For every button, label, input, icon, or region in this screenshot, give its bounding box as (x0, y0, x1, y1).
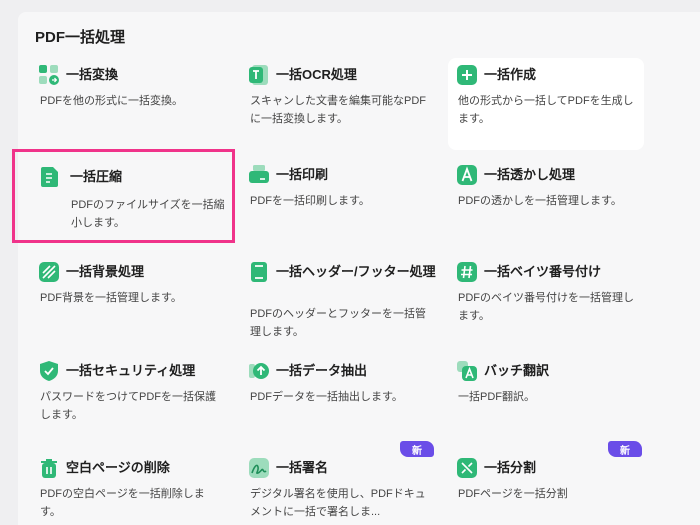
card-title: 一括印刷 (276, 167, 329, 182)
printer-icon (248, 164, 270, 186)
shield-check-icon (38, 360, 60, 382)
card-description: PDFページを一括分割 (458, 488, 568, 500)
card-description: PDFを他の形式に一括変換。 (40, 95, 183, 107)
new-badge: 新 (400, 441, 434, 457)
card-description: PDFの透かしを一括管理します。 (458, 195, 622, 207)
watermark-icon (456, 164, 478, 186)
card-title: 一括ベイツ番号付け (484, 264, 602, 279)
compress-icon (39, 166, 61, 188)
card-title: 一括OCR処理 (276, 67, 357, 82)
plus-icon (456, 64, 478, 86)
card-title: 一括作成 (484, 67, 537, 82)
translate-icon (456, 360, 478, 382)
card-batch-security[interactable]: 一括セキュリティ処理 パスワードをつけてPDFを一括保護します。 (30, 354, 226, 446)
card-description: パスワードをつけてPDFを一括保護します。 (40, 391, 216, 421)
card-title: 一括データ抽出 (276, 363, 368, 378)
card-delete-blank-pages[interactable]: 空白ページの削除 PDFの空白ページを一括削除します。 (30, 451, 226, 525)
hash-icon (456, 261, 478, 283)
card-batch-sign[interactable]: 一括署名 デジタル署名を使用し、PDFドキュメントに一括で署名しま... 新 (240, 441, 436, 525)
card-description: 他の形式から一括してPDFを生成します。 (458, 95, 634, 125)
card-title: 一括セキュリティ処理 (66, 363, 196, 378)
card-title: 空白ページの削除 (66, 460, 170, 475)
card-batch-header-footer[interactable]: 一括ヘッダー/フッター処理 PDFのヘッダーとフッターを一括管理します。 (240, 255, 436, 347)
grid-convert-icon (38, 64, 60, 86)
card-description: 一括PDF翻訳。 (458, 391, 535, 403)
card-description: PDFのヘッダーとフッターを一括管理します。 (250, 308, 426, 338)
card-title: 一括変換 (66, 67, 119, 82)
panel-title: PDF一括処理 (35, 29, 126, 46)
card-title: 一括圧縮 (70, 169, 123, 184)
card-description: PDFを一括印刷します。 (250, 195, 370, 207)
card-title: 一括署名 (276, 460, 329, 475)
text-ocr-icon (248, 64, 270, 86)
card-title: 一括透かし処理 (484, 167, 576, 182)
background-icon (38, 261, 60, 283)
signature-icon (248, 457, 270, 479)
card-description: デジタル署名を使用し、PDFドキュメントに一括で署名しま... (250, 488, 426, 518)
card-batch-print[interactable]: 一括印刷 PDFを一括印刷します。 (240, 158, 436, 250)
card-batch-watermark[interactable]: 一括透かし処理 PDFの透かしを一括管理します。 (448, 158, 644, 250)
card-description: PDFの空白ページを一括削除します。 (40, 488, 205, 518)
card-description: PDFのファイルサイズを一括縮小します。 (71, 199, 225, 229)
card-batch-background[interactable]: 一括背景処理 PDF背景を一括管理します。 (30, 255, 226, 347)
card-title: バッチ翻訳 (484, 363, 550, 378)
card-description: スキャンした文書を編集可能なPDFに一括変換します。 (250, 95, 426, 125)
header-footer-icon (248, 261, 270, 283)
card-batch-bates[interactable]: 一括ベイツ番号付け PDFのベイツ番号付けを一括管理します。 (448, 255, 644, 347)
card-description: PDFデータを一括抽出します。 (250, 391, 403, 403)
card-batch-compress[interactable]: 一括圧縮 PDFのファイルサイズを一括縮小します。 (12, 149, 235, 243)
new-badge: 新 (608, 441, 642, 457)
trash-icon (38, 457, 60, 479)
card-batch-split[interactable]: 一括分割 PDFページを一括分割 新 (448, 441, 644, 525)
card-title: 一括ヘッダー/フッター処理 (276, 264, 436, 279)
card-batch-create[interactable]: 一括作成 他の形式から一括してPDFを生成します。 (448, 58, 644, 150)
card-title: 一括分割 (484, 460, 537, 475)
card-description: PDFのベイツ番号付けを一括管理します。 (458, 292, 634, 322)
card-description: PDF背景を一括管理します。 (40, 292, 182, 304)
card-title: 一括背景処理 (66, 264, 145, 279)
card-batch-ocr[interactable]: 一括OCR処理 スキャンした文書を編集可能なPDFに一括変換します。 (240, 58, 436, 150)
split-icon (456, 457, 478, 479)
extract-arrow-icon (248, 360, 270, 382)
card-batch-translate[interactable]: バッチ翻訳 一括PDF翻訳。 (448, 354, 644, 446)
card-batch-convert[interactable]: 一括変換 PDFを他の形式に一括変換。 (30, 58, 226, 150)
card-batch-data-extract[interactable]: 一括データ抽出 PDFデータを一括抽出します。 (240, 354, 436, 446)
